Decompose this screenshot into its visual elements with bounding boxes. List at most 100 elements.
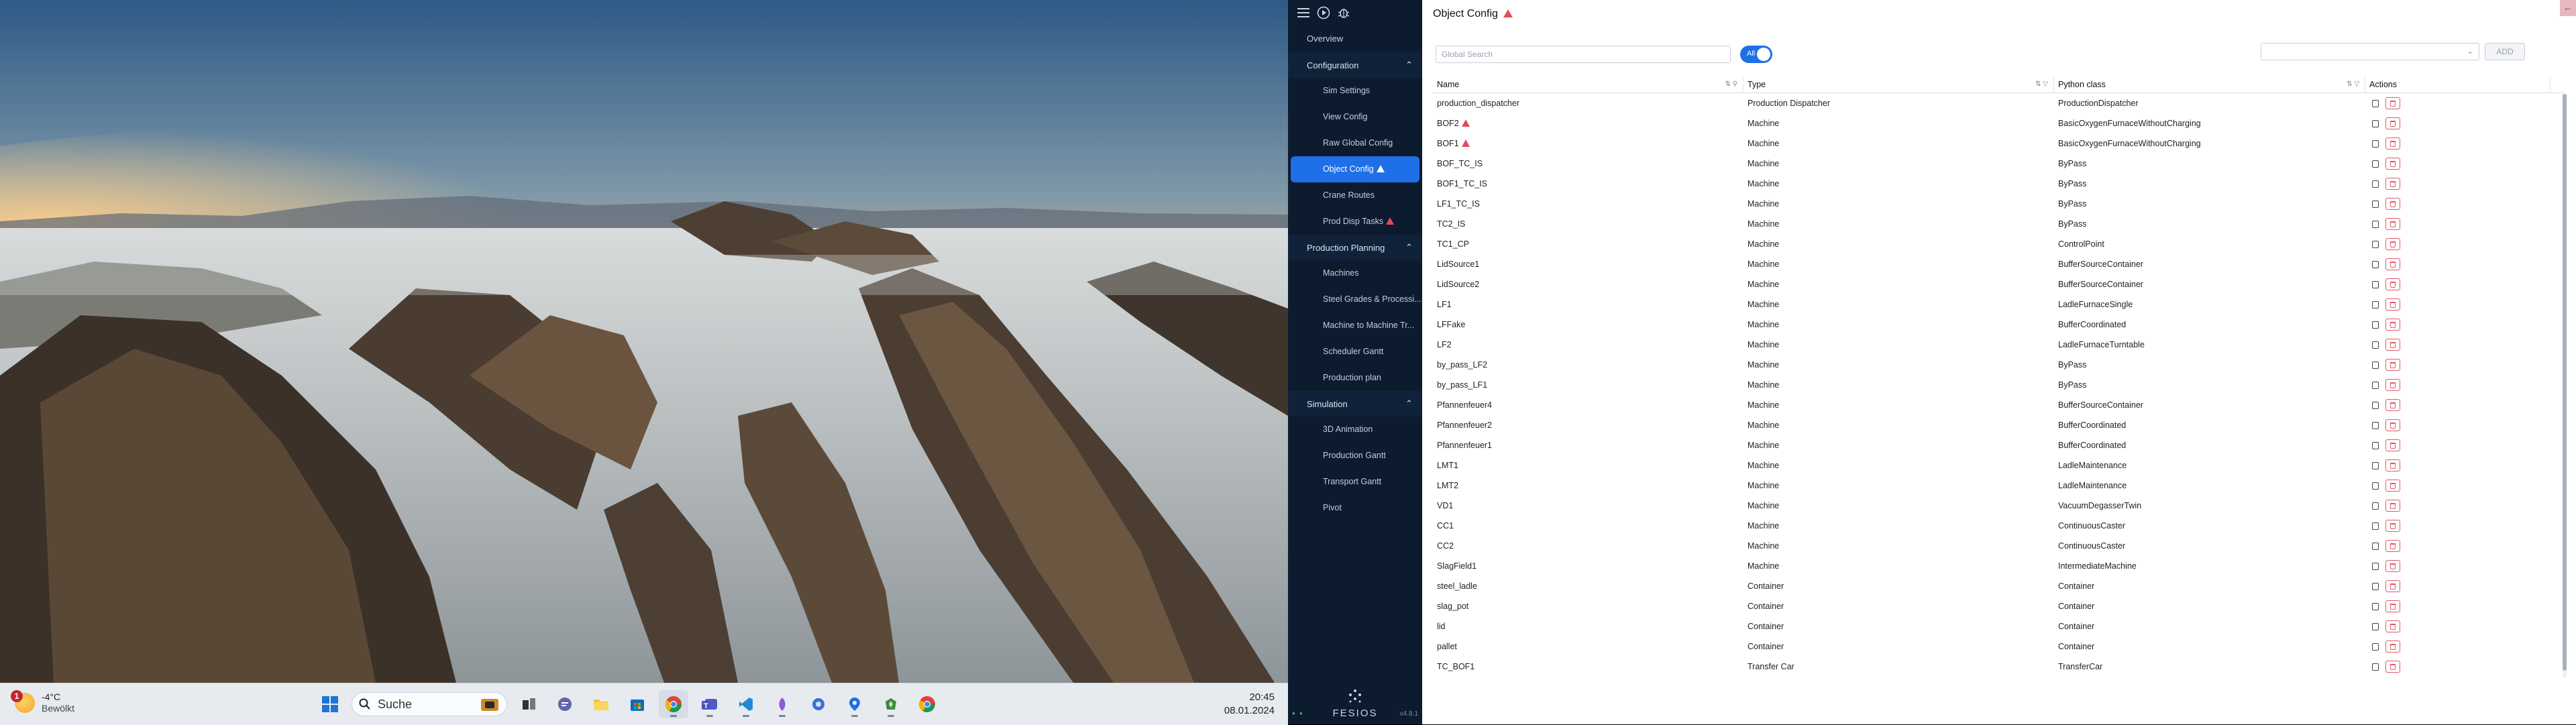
task-view-button[interactable] — [514, 690, 543, 718]
table-row[interactable]: BOF1 Machine BasicOxygenFurnaceWithoutChar… — [1433, 133, 2564, 154]
start-button[interactable] — [315, 690, 345, 718]
copy-icon[interactable] — [2372, 99, 2379, 107]
sidebar-item-machines[interactable]: Machines — [1288, 260, 1422, 286]
add-button[interactable]: ADD — [2485, 43, 2525, 60]
copy-icon[interactable] — [2372, 622, 2379, 630]
sidebar-item-crane-routes[interactable]: Crane Routes — [1288, 182, 1422, 209]
column-header-python-class[interactable]: Python class ⇅ ▽ — [2054, 76, 2365, 93]
sort-filter-icon[interactable]: ⇅ ▽ — [2347, 76, 2359, 93]
table-row[interactable]: LidSource2 Machine BufferSourceContainer — [1433, 274, 2564, 294]
maps-button[interactable] — [840, 690, 869, 718]
taskbar-search[interactable]: Suche — [352, 692, 507, 716]
sidebar-item-production-plan[interactable]: Production plan — [1288, 365, 1422, 391]
sidebar-item-view-config[interactable]: View Config — [1288, 104, 1422, 130]
table-row[interactable]: CC2 Machine ContinuousCaster — [1433, 536, 2564, 556]
copy-icon[interactable] — [2372, 522, 2379, 530]
system-clock[interactable]: 20:45 08.01.2024 — [1224, 691, 1275, 718]
delete-button[interactable] — [2385, 640, 2400, 653]
copy-icon[interactable] — [2372, 542, 2379, 550]
copy-icon[interactable] — [2372, 421, 2379, 429]
copy-icon[interactable] — [2372, 280, 2379, 288]
delete-button[interactable] — [2385, 158, 2400, 170]
delete-button[interactable] — [2385, 520, 2400, 532]
table-row[interactable]: LFFake Machine BufferCoordinated — [1433, 315, 2564, 335]
sidebar-item-overview[interactable]: Overview — [1288, 25, 1422, 52]
table-row[interactable]: Pfannenfeuer1 Machine BufferCoordinated — [1433, 435, 2564, 455]
chrome-button[interactable] — [659, 690, 688, 718]
delete-button[interactable] — [2385, 560, 2400, 572]
sidebar-item-scheduler-gantt[interactable]: Scheduler Gantt — [1288, 339, 1422, 365]
sidebar-item-sim-settings[interactable]: Sim Settings — [1288, 78, 1422, 104]
delete-button[interactable] — [2385, 218, 2400, 230]
menu-icon[interactable] — [1296, 5, 1311, 20]
copy-icon[interactable] — [2372, 200, 2379, 208]
copy-icon[interactable] — [2372, 140, 2379, 148]
show-all-toggle[interactable]: All — [1740, 46, 1772, 63]
app-button-green[interactable] — [876, 690, 906, 718]
delete-button[interactable] — [2385, 399, 2400, 411]
delete-button[interactable] — [2385, 480, 2400, 492]
delete-button[interactable] — [2385, 379, 2400, 391]
table-row[interactable]: Pfannenfeuer4 Machine BufferSourceContaine… — [1433, 395, 2564, 415]
table-row[interactable]: BOF1_TC_IS Machine ByPass — [1433, 174, 2564, 194]
delete-button[interactable] — [2385, 117, 2400, 129]
vscode-button[interactable] — [731, 690, 761, 718]
teams-button[interactable]: T — [695, 690, 724, 718]
copy-icon[interactable] — [2372, 643, 2379, 651]
file-explorer-button[interactable] — [586, 690, 616, 718]
copy-icon[interactable] — [2372, 401, 2379, 409]
copy-icon[interactable] — [2372, 160, 2379, 168]
app-button-purple[interactable] — [767, 690, 797, 718]
table-row[interactable]: by_pass_LF2 Machine ByPass — [1433, 355, 2564, 375]
delete-button[interactable] — [2385, 439, 2400, 451]
delete-button[interactable] — [2385, 258, 2400, 270]
copy-icon[interactable] — [2372, 260, 2379, 268]
type-select[interactable]: ⌄ — [2261, 43, 2479, 60]
sidebar-section-simulation[interactable]: Simulation ⌃ — [1288, 391, 1422, 416]
table-row[interactable]: BOF2 Machine BasicOxygenFurnaceWithoutChar… — [1433, 113, 2564, 133]
table-row[interactable]: SlagField1 Machine IntermediateMachine — [1433, 556, 2564, 576]
table-row[interactable]: LMT1 Machine LadleMaintenance — [1433, 455, 2564, 476]
copy-icon[interactable] — [2372, 321, 2379, 329]
copy-icon[interactable] — [2372, 220, 2379, 228]
table-row[interactable]: slag_pot Container Container — [1433, 596, 2564, 616]
table-row[interactable]: LF2 Machine LadleFurnaceTurntable — [1433, 335, 2564, 355]
column-header-type[interactable]: Type ⇅ ▽ — [1743, 76, 2054, 93]
table-row[interactable]: by_pass_LF1 Machine ByPass — [1433, 375, 2564, 395]
table-row[interactable]: lid Container Container — [1433, 616, 2564, 636]
delete-button[interactable] — [2385, 459, 2400, 471]
sidebar-section-configuration[interactable]: Configuration ⌃ — [1288, 52, 1422, 78]
copy-icon[interactable] — [2372, 341, 2379, 349]
table-row[interactable]: BOF_TC_IS Machine ByPass — [1433, 154, 2564, 174]
copy-icon[interactable] — [2372, 482, 2379, 490]
sidebar-item-transport-gantt[interactable]: Transport Gantt — [1288, 469, 1422, 495]
copy-icon[interactable] — [2372, 441, 2379, 449]
close-corner-icon[interactable]: ← — [2560, 0, 2576, 16]
copy-icon[interactable] — [2372, 502, 2379, 510]
copy-icon[interactable] — [2372, 582, 2379, 590]
chrome-button-2[interactable] — [912, 690, 942, 718]
table-row[interactable]: production_dispatcher Production Dispatch… — [1433, 93, 2564, 113]
copy-icon[interactable] — [2372, 461, 2379, 469]
play-icon[interactable] — [1316, 5, 1331, 20]
sidebar-item-production-gantt[interactable]: Production Gantt — [1288, 443, 1422, 469]
scrollbar-thumb[interactable] — [2563, 94, 2567, 671]
sidebar-item-object-config[interactable]: Object Config — [1291, 156, 1419, 182]
delete-button[interactable] — [2385, 661, 2400, 673]
weather-widget[interactable]: 1 -4°C Bewölkt — [11, 690, 74, 714]
table-row[interactable]: CC1 Machine ContinuousCaster — [1433, 516, 2564, 536]
delete-button[interactable] — [2385, 500, 2400, 512]
table-row[interactable]: TC_BOF1 Transfer Car TransferCar — [1433, 657, 2564, 677]
delete-button[interactable] — [2385, 419, 2400, 431]
copy-icon[interactable] — [2372, 240, 2379, 248]
delete-button[interactable] — [2385, 580, 2400, 592]
copy-icon[interactable] — [2372, 562, 2379, 570]
sort-filter-icon[interactable]: ⇅ ▽ — [2035, 76, 2048, 93]
sidebar-item-prod-disp-tasks[interactable]: Prod Disp Tasks — [1288, 209, 1422, 235]
delete-button[interactable] — [2385, 238, 2400, 250]
sidebar-item-machine-to-machine[interactable]: Machine to Machine Tr... — [1288, 313, 1422, 339]
table-row[interactable]: LMT2 Machine LadleMaintenance — [1433, 476, 2564, 496]
table-scrollbar[interactable] — [2563, 94, 2567, 677]
global-search-input[interactable]: Global Search — [1436, 46, 1731, 63]
delete-button[interactable] — [2385, 97, 2400, 109]
